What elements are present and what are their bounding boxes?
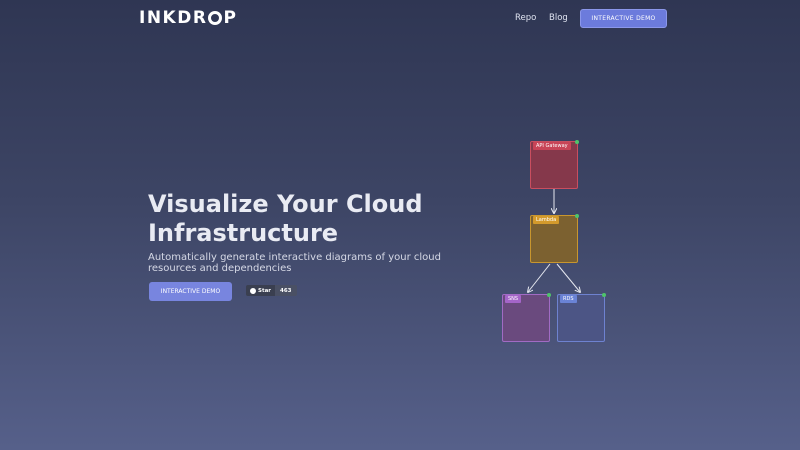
diagram-node-rds[interactable]: RDS bbox=[557, 293, 606, 342]
node-label: RDS bbox=[560, 295, 577, 303]
node-label: Lambda bbox=[533, 216, 560, 224]
edge-lambda-sns bbox=[528, 263, 551, 292]
diagram-edges bbox=[0, 189, 800, 450]
status-dot-icon bbox=[575, 140, 579, 144]
status-dot-icon bbox=[602, 293, 606, 297]
edge-lambda-rds bbox=[556, 263, 580, 292]
diagram-node-api-gateway[interactable]: API Gateway bbox=[530, 140, 579, 189]
node-label: API Gateway bbox=[533, 142, 571, 150]
node-label: SNS bbox=[505, 295, 522, 303]
diagram-node-lambda[interactable]: Lambda bbox=[530, 214, 579, 263]
status-dot-icon bbox=[575, 214, 579, 218]
status-dot-icon bbox=[547, 293, 551, 297]
diagram-node-sns[interactable]: SNS bbox=[502, 293, 551, 342]
